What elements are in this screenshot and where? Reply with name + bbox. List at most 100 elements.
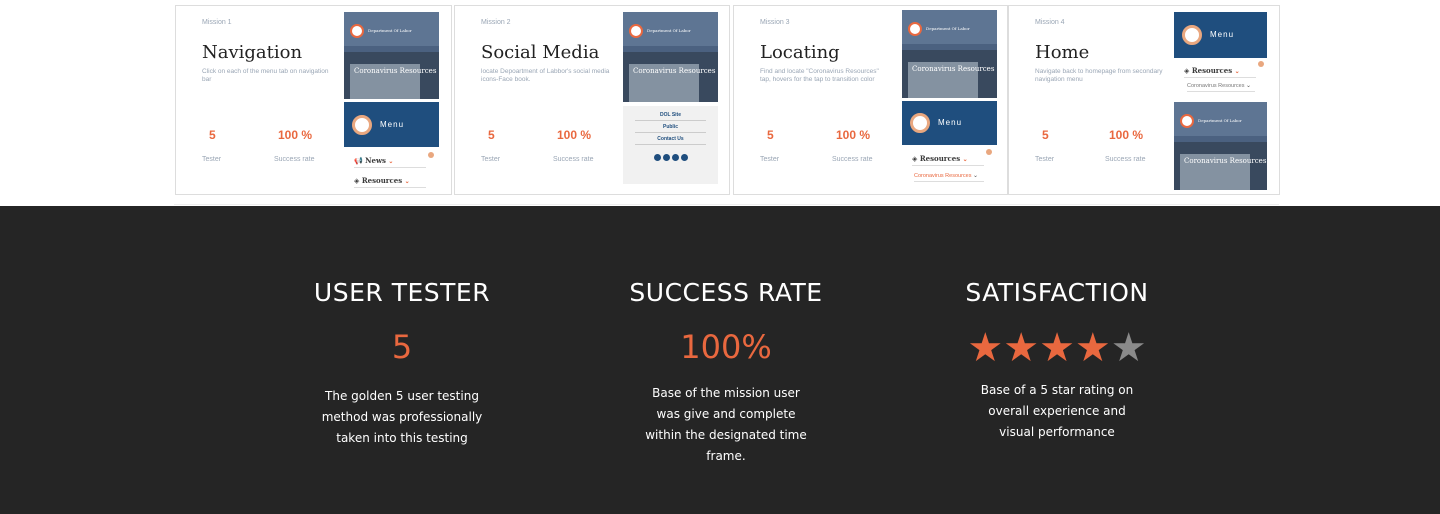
metric-title: USER TESTER (313, 278, 491, 307)
mission-label: Mission 1 (202, 19, 232, 26)
tester-label: Tester (481, 156, 501, 163)
tester-label: Tester (1035, 156, 1055, 163)
dol-logo-icon (350, 24, 364, 38)
cursor-dot-icon (1258, 61, 1264, 67)
mission-title: Locating (760, 42, 840, 63)
mission-label: Mission 3 (760, 19, 790, 26)
youtube-icon (671, 154, 679, 161)
chevron-down-icon: ⌄ (1246, 83, 1252, 89)
success-rate-value: 100 % (1109, 128, 1144, 142)
menu-label: Menu (1210, 30, 1235, 39)
menu-item-label: Resources (919, 154, 961, 163)
mission-title: Navigation (202, 42, 303, 63)
metric-description: The golden 5 user testing method was pro… (321, 389, 483, 445)
facebook-icon (653, 154, 661, 161)
menu-item-label: Resources (1191, 66, 1233, 75)
mission-description: Click on each of the menu tab on navigat… (202, 68, 329, 83)
megaphone-icon: 📢 (354, 156, 366, 165)
submenu-item-coronavirus: Coronavirus Resources ⌄ (914, 172, 984, 182)
hero-title: Coronavirus Resources (633, 67, 716, 75)
menu-panel: Menu (1174, 12, 1267, 58)
metric-value: 5 (391, 328, 413, 366)
metric-title: SUCCESS RATE (629, 278, 823, 307)
chevron-down-icon: ⌄ (404, 178, 410, 185)
success-rate-value: 100 % (557, 128, 592, 142)
dol-logo-icon (908, 22, 922, 36)
menu-item-resources: ◈ Resources ⌄ (912, 154, 984, 166)
success-rate-label: Success rate (553, 156, 594, 163)
chevron-down-icon: ⌄ (388, 158, 394, 165)
success-rate-value: 100 % (836, 128, 871, 142)
mission-description: Find and locate "Coronavirus Resources" … (760, 68, 879, 83)
star-rating: ★★★★★ (927, 324, 1187, 372)
menu-item-resources: ◈ Resources ⌄ (354, 176, 426, 188)
star-filled-icon: ★ (967, 326, 1004, 370)
menu-item-label: News (365, 156, 386, 165)
star-filled-icon: ★ (1074, 326, 1111, 370)
dept-name: Department Of Labor (926, 26, 970, 31)
tester-label: Tester (202, 156, 222, 163)
mission-label: Mission 4 (1035, 19, 1065, 26)
success-rate-label: Success rate (832, 156, 873, 163)
menu-panel: Menu (344, 102, 439, 147)
menu-item-label: Resources (361, 176, 403, 185)
tester-count: 5 (209, 128, 216, 142)
dept-name: Department Of Labor (647, 28, 691, 33)
menu-item-resources: ◈ Resources ⌄ (1184, 66, 1256, 78)
mission-card-1: Mission 1 Navigation Click on each of th… (175, 5, 452, 195)
dept-name: Department Of Labor (1198, 118, 1242, 123)
tester-count: 5 (1042, 128, 1049, 142)
social-footer-mockup: DOL Site Public Contact Us (623, 106, 718, 184)
mission-label: Mission 2 (481, 19, 511, 26)
chevron-down-icon: ⌄ (973, 173, 979, 179)
results-section: USER TESTER 5 The golden 5 user testing … (0, 206, 1440, 514)
footer-link: Contact Us (635, 136, 706, 145)
success-rate-value: 100 % (278, 128, 313, 142)
dol-logo-icon (629, 24, 643, 38)
divider (174, 204, 1279, 205)
tester-count: 5 (488, 128, 495, 142)
submenu-item-label: Coronavirus Resources (1187, 83, 1245, 89)
menu-label: Menu (380, 119, 405, 129)
chevron-down-icon: ⌄ (1234, 68, 1240, 75)
success-rate-label: Success rate (1105, 156, 1146, 163)
metric-value: 100% (680, 328, 772, 366)
hero-title: Coronavirus Resources (1184, 157, 1267, 165)
hero-title: Coronavirus Resources (354, 67, 437, 75)
tester-label: Tester (760, 156, 780, 163)
phone-mockup: Department Of Labor Coronavirus Resource… (623, 12, 718, 102)
phone-mockup: Department Of Labor Coronavirus Resource… (1174, 102, 1267, 190)
menu-logo-icon (1182, 25, 1202, 45)
mission-title: Home (1035, 42, 1090, 63)
phone-mockup: Department Of Labor Coronavirus Resource… (902, 10, 997, 98)
mission-description: Navigate back to homepage from secondary… (1035, 68, 1163, 83)
phone-mockup: Department Of Labor Coronavirus Resource… (344, 12, 439, 99)
cursor-dot-icon (428, 152, 434, 158)
menu-label: Menu (938, 118, 963, 127)
hero-title: Coronavirus Resources (912, 65, 995, 73)
footer-link: DOL Site (635, 112, 706, 121)
footer-link: Public (635, 124, 706, 133)
mission-cards-section: Mission 1 Navigation Click on each of th… (0, 0, 1440, 206)
menu-logo-icon (352, 114, 372, 135)
star-filled-icon: ★ (1003, 326, 1040, 370)
mission-card-4: Mission 4 Home Navigate back to homepage… (1008, 5, 1280, 195)
star-empty-icon: ★ (1110, 326, 1147, 370)
resources-icon: ◈ (912, 154, 920, 163)
metric-description: Base of the mission user was give and co… (645, 386, 807, 463)
mission-title: Social Media (481, 42, 600, 63)
mission-card-2: Mission 2 Social Media locate Depoartmen… (454, 5, 730, 195)
mission-description: locate Depoartment of Labbor's social me… (481, 68, 610, 83)
metric-description: Base of a 5 star rating on overall exper… (980, 383, 1134, 439)
social-icons (623, 148, 718, 166)
submenu-item-label: Coronavirus Resources (914, 173, 972, 179)
cursor-dot-icon (986, 149, 992, 155)
twitter-icon (662, 154, 670, 161)
resources-icon: ◈ (1184, 66, 1192, 75)
chevron-down-icon: ⌄ (962, 156, 968, 163)
menu-panel: Menu (902, 101, 997, 145)
dol-logo-icon (1180, 114, 1194, 128)
menu-logo-icon (910, 113, 930, 133)
flickr-icon (680, 154, 688, 161)
mission-card-3: Mission 3 Locating Find and locate "Coro… (733, 5, 1008, 195)
